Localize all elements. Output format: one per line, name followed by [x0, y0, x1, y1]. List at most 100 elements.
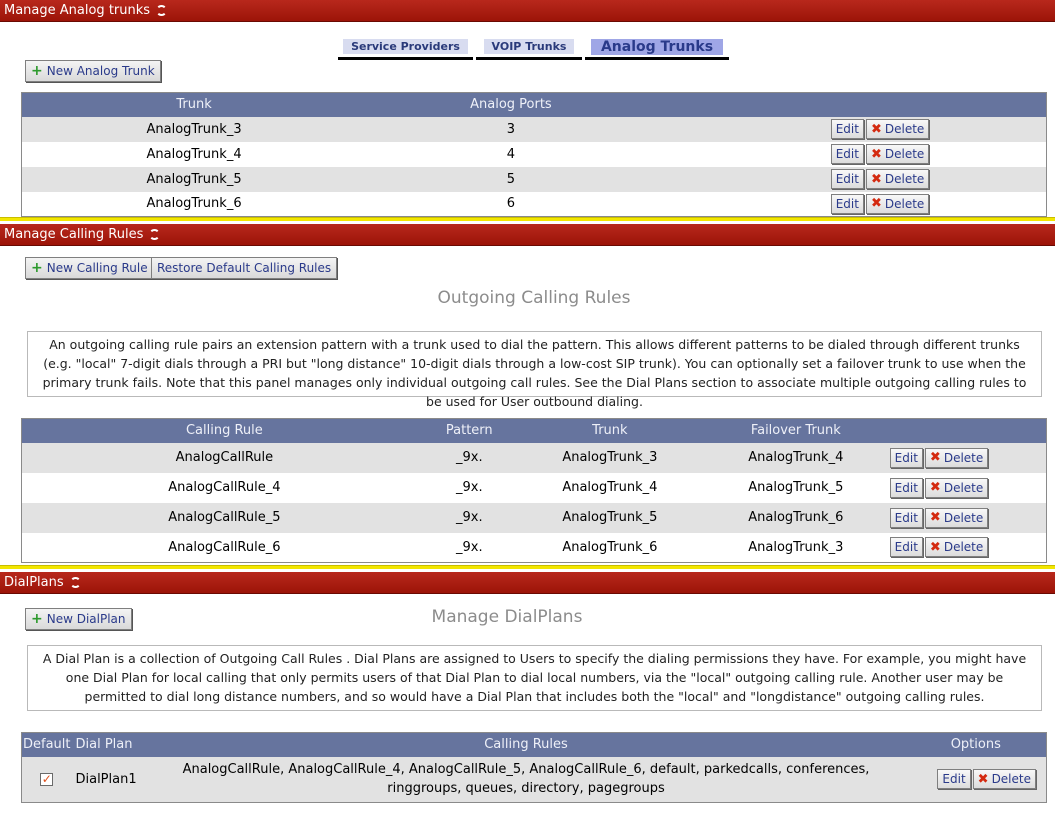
column-header-calling-rule: Calling Rule: [185, 423, 263, 439]
new-analog-trunk-button[interactable]: + New Analog Trunk: [25, 60, 161, 82]
calling-rules-table: Calling Rule Pattern Trunk Failover Trun…: [21, 418, 1047, 563]
delete-icon: ✖: [929, 510, 941, 525]
edit-button[interactable]: Edit: [830, 169, 864, 189]
delete-button[interactable]: ✖ Delete: [865, 193, 930, 214]
delete-icon: ✖: [929, 539, 941, 555]
table-header: Trunk Analog Ports: [21, 92, 1047, 117]
analog-ports-cell: 6: [506, 196, 516, 212]
trunk-cell: AnalogTrunk_3: [562, 450, 658, 465]
delete-icon: ✖: [929, 480, 941, 495]
analog-section-title: Manage Analog trunks: [4, 3, 151, 18]
delete-button[interactable]: ✖ Delete: [924, 477, 989, 498]
calling-rule-cell: AnalogCallRule_4: [168, 480, 281, 495]
delete-button[interactable]: ✖ Delete: [865, 169, 930, 189]
failover-trunk-cell: AnalogTrunk_3: [748, 539, 844, 555]
calling-rule-cell: AnalogCallRule_6: [168, 539, 281, 555]
analog-section-bar: Manage Analog trunks: [0, 0, 1055, 22]
table-row: AnalogCallRule_4 _9x. AnalogTrunk_4 AnalogT…: [21, 472, 1047, 503]
trunk-name-cell: AnalogTrunk_3: [146, 121, 242, 137]
dialplans-heading: Manage DialPlans: [431, 607, 583, 627]
trunk-tabs: Service Providers VOIP Trunks Analog Tru…: [338, 36, 730, 60]
table-row: AnalogTrunk_5 5 Edit ✖ Delete: [21, 166, 1047, 192]
column-header-failover-trunk: Failover Trunk: [750, 423, 841, 439]
column-header-pattern: Pattern: [445, 423, 493, 439]
default-checkbox[interactable]: ✓: [40, 772, 54, 786]
section-separator: [0, 217, 1055, 221]
delete-icon: ✖: [870, 121, 882, 137]
refresh-icon[interactable]: [156, 5, 168, 16]
delete-button[interactable]: ✖ Delete: [924, 507, 989, 528]
default-cell: ✓: [22, 757, 72, 803]
delete-button[interactable]: ✖ Delete: [924, 447, 989, 468]
delete-button[interactable]: ✖ Delete: [924, 537, 989, 558]
row-actions: Edit ✖ Delete: [656, 167, 1047, 192]
trunk-name-cell: AnalogTrunk_5: [146, 171, 242, 187]
table-header: Default Dial Plan Calling Rules Options: [21, 732, 1047, 757]
calling-rule-cell: AnalogCallRule: [175, 450, 274, 465]
restore-default-rules-button[interactable]: Restore Default Calling Rules: [151, 257, 338, 279]
delete-icon: ✖: [870, 171, 882, 187]
row-actions: Edit ✖ Delete: [884, 533, 1047, 563]
row-actions: Edit ✖ Delete: [656, 142, 1047, 167]
tab-voip-trunks[interactable]: VOIP Trunks: [476, 36, 582, 60]
table-row: AnalogTrunk_3 3 Edit ✖ Delete: [21, 116, 1047, 142]
edit-button[interactable]: Edit: [830, 144, 864, 164]
dialplan-section-bar: DialPlans: [0, 572, 1055, 594]
column-header-trunk: Trunk: [592, 423, 628, 439]
dialplans-description: A Dial Plan is a collection of Outgoing …: [27, 645, 1042, 711]
dialplan-section-title: DialPlans: [4, 575, 64, 590]
plus-icon: +: [31, 63, 43, 79]
delete-icon: ✖: [870, 196, 882, 212]
edit-button[interactable]: Edit: [889, 447, 923, 468]
trunk-cell: AnalogTrunk_4: [562, 480, 658, 495]
analog-ports-cell: 3: [506, 121, 516, 137]
delete-icon: ✖: [870, 146, 882, 162]
delete-button[interactable]: ✖ Delete: [865, 119, 930, 139]
new-calling-rule-button[interactable]: + New Calling Rule: [25, 257, 154, 279]
plus-icon: +: [31, 260, 43, 276]
table-row: ✓ DialPlan1 AnalogCallRule, AnalogCallRule…: [21, 756, 1047, 803]
trunk-name-cell: AnalogTrunk_4: [146, 146, 242, 162]
table-row: AnalogCallRule_5 _9x. AnalogTrunk_5 AnalogT…: [21, 502, 1047, 533]
trunk-cell: AnalogTrunk_5: [562, 510, 658, 525]
table-header: Calling Rule Pattern Trunk Failover Trun…: [21, 418, 1047, 443]
row-actions: Edit ✖ Delete: [906, 757, 1047, 803]
column-header-options: Options: [950, 737, 1001, 753]
refresh-icon[interactable]: [149, 229, 161, 240]
row-actions: Edit ✖ Delete: [884, 443, 1047, 473]
delete-button[interactable]: ✖ Delete: [972, 769, 1036, 790]
table-row: AnalogCallRule _9x. AnalogTrunk_3 AnalogTru…: [21, 442, 1047, 473]
delete-icon: ✖: [929, 450, 941, 465]
section-separator: [0, 565, 1055, 569]
analog-trunks-table: Trunk Analog Ports AnalogTrunk_3 3 Edit ✖ De…: [21, 92, 1047, 217]
table-row: AnalogCallRule_6 _9x. AnalogTrunk_6 AnalogT…: [21, 532, 1047, 563]
tab-analog-trunks[interactable]: Analog Trunks: [585, 36, 729, 60]
failover-trunk-cell: AnalogTrunk_5: [748, 480, 844, 495]
delete-button[interactable]: ✖ Delete: [865, 144, 930, 164]
edit-button[interactable]: Edit: [830, 193, 864, 214]
analog-ports-cell: 5: [506, 171, 516, 187]
calling-section-bar: Manage Calling Rules: [0, 224, 1055, 246]
edit-button[interactable]: Edit: [937, 769, 971, 790]
edit-button[interactable]: Edit: [889, 477, 923, 498]
calling-rule-cell: AnalogCallRule_5: [168, 510, 281, 525]
failover-trunk-cell: AnalogTrunk_4: [748, 450, 844, 465]
table-row: AnalogTrunk_6 6 Edit ✖ Delete: [21, 191, 1047, 217]
calling-rules-description: An outgoing calling rule pairs an extens…: [27, 331, 1042, 409]
pattern-cell: _9x.: [455, 480, 483, 495]
pattern-cell: _9x.: [455, 510, 483, 525]
edit-button[interactable]: Edit: [830, 119, 864, 139]
tab-service-providers[interactable]: Service Providers: [338, 36, 473, 60]
column-header-dial-plan: Dial Plan: [75, 737, 133, 753]
pattern-cell: _9x.: [455, 539, 483, 555]
column-header-ports: Analog Ports: [470, 97, 552, 113]
row-actions: Edit ✖ Delete: [656, 192, 1047, 217]
outgoing-rules-heading: Outgoing Calling Rules: [437, 288, 631, 308]
edit-button[interactable]: Edit: [889, 507, 923, 528]
edit-button[interactable]: Edit: [889, 537, 923, 558]
row-actions: Edit ✖ Delete: [884, 473, 1047, 503]
delete-icon: ✖: [977, 771, 989, 787]
trunk-cell: AnalogTrunk_6: [562, 539, 658, 555]
refresh-icon[interactable]: [69, 577, 81, 588]
calling-rules-cell: AnalogCallRule, AnalogCallRule_4, Analog…: [182, 762, 870, 797]
